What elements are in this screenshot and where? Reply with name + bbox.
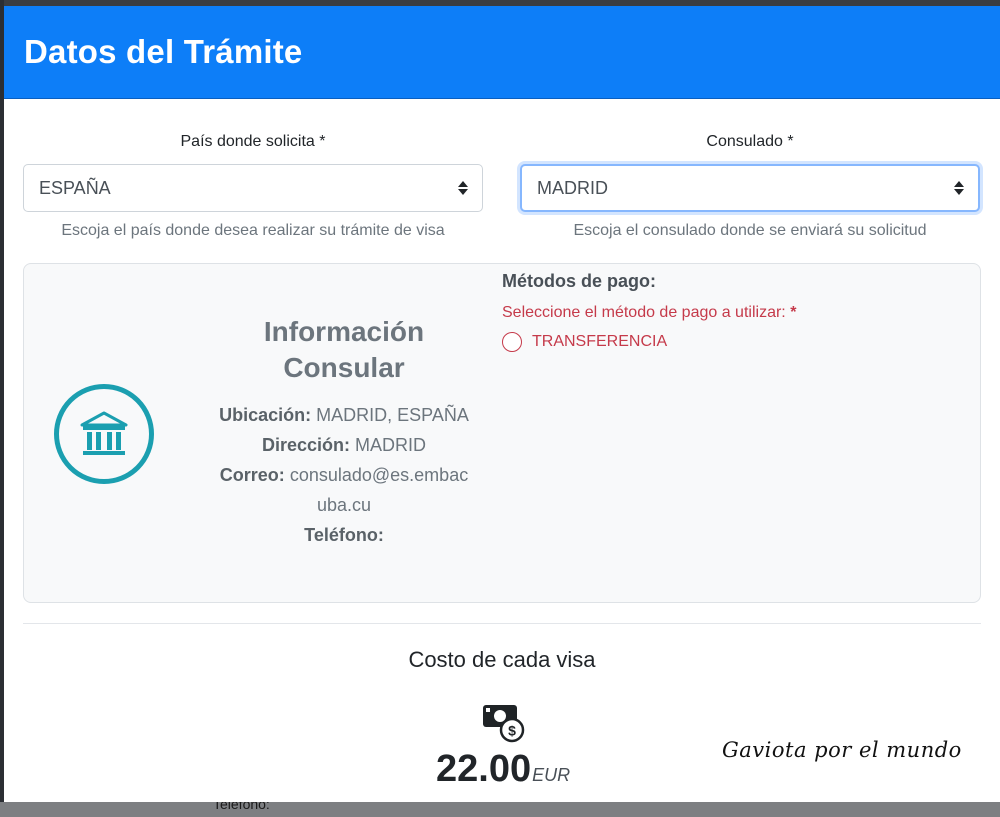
backdrop-text: Teléfono: bbox=[213, 802, 270, 812]
section-divider bbox=[23, 623, 981, 624]
email-line-continuation: uba.cu bbox=[316, 495, 372, 515]
tramite-modal: Datos del Trámite País donde solicita * … bbox=[4, 6, 1000, 802]
payment-radio[interactable] bbox=[502, 332, 522, 352]
consular-info-title: Información Consular bbox=[263, 316, 425, 383]
svg-text:$: $ bbox=[508, 723, 516, 739]
country-label: País donde solicita * bbox=[180, 133, 326, 150]
consulate-help-text: Escoja el consulado donde se enviará su … bbox=[573, 222, 927, 239]
address-line: Dirección: MADRID bbox=[261, 435, 427, 455]
cost-amount: 22.00 EUR bbox=[436, 748, 570, 791]
consulate-select-value: MADRID bbox=[537, 177, 608, 198]
sort-caret-icon bbox=[954, 181, 964, 195]
consular-info: Información Consular Ubicación: MADRID, … bbox=[204, 314, 484, 550]
cost-currency: EUR bbox=[532, 765, 571, 785]
phone-line: Teléfono: bbox=[304, 525, 384, 545]
consulate-label: Consulado * bbox=[706, 133, 794, 150]
consulate-field: Consulado * MADRID Escoja el consulado d… bbox=[520, 130, 980, 240]
country-select[interactable]: ESPAÑA bbox=[23, 164, 483, 212]
bank-building-icon bbox=[54, 384, 154, 484]
sort-caret-icon bbox=[458, 181, 468, 195]
email-line: Correo: consulado@es.embac bbox=[219, 465, 469, 485]
country-select-value: ESPAÑA bbox=[39, 177, 111, 198]
consular-details: Ubicación: MADRID, ESPAÑA Dirección: MAD… bbox=[204, 400, 484, 550]
payment-option-label: TRANSFERENCIA bbox=[532, 333, 668, 350]
payment-methods: Métodos de pago: Seleccione el método de… bbox=[502, 270, 972, 352]
modal-title: Datos del Trámite bbox=[24, 33, 303, 70]
money-bill-dollar-icon: $ bbox=[481, 702, 527, 749]
payment-option-transferencia[interactable]: TRANSFERENCIA bbox=[502, 332, 972, 352]
consular-info-card: Información Consular Ubicación: MADRID, … bbox=[23, 263, 981, 603]
country-field: País donde solicita * ESPAÑA Escoja el p… bbox=[23, 130, 483, 240]
cost-value: 22.00 bbox=[436, 748, 532, 790]
consulate-select[interactable]: MADRID bbox=[520, 164, 980, 212]
watermark-signature: Gaviota por el mundo bbox=[722, 738, 962, 762]
country-help-text: Escoja el país donde desea realizar su t… bbox=[61, 222, 445, 239]
payment-methods-title: Métodos de pago: bbox=[502, 271, 656, 291]
cost-title: Costo de cada visa bbox=[408, 647, 596, 672]
modal-header: Datos del Trámite bbox=[4, 6, 1000, 99]
backdrop-page-content: Teléfono: bbox=[0, 802, 1000, 817]
location-line: Ubicación: MADRID, ESPAÑA bbox=[219, 405, 469, 425]
payment-instruction: Seleccione el método de pago a utilizar:… bbox=[502, 304, 797, 321]
